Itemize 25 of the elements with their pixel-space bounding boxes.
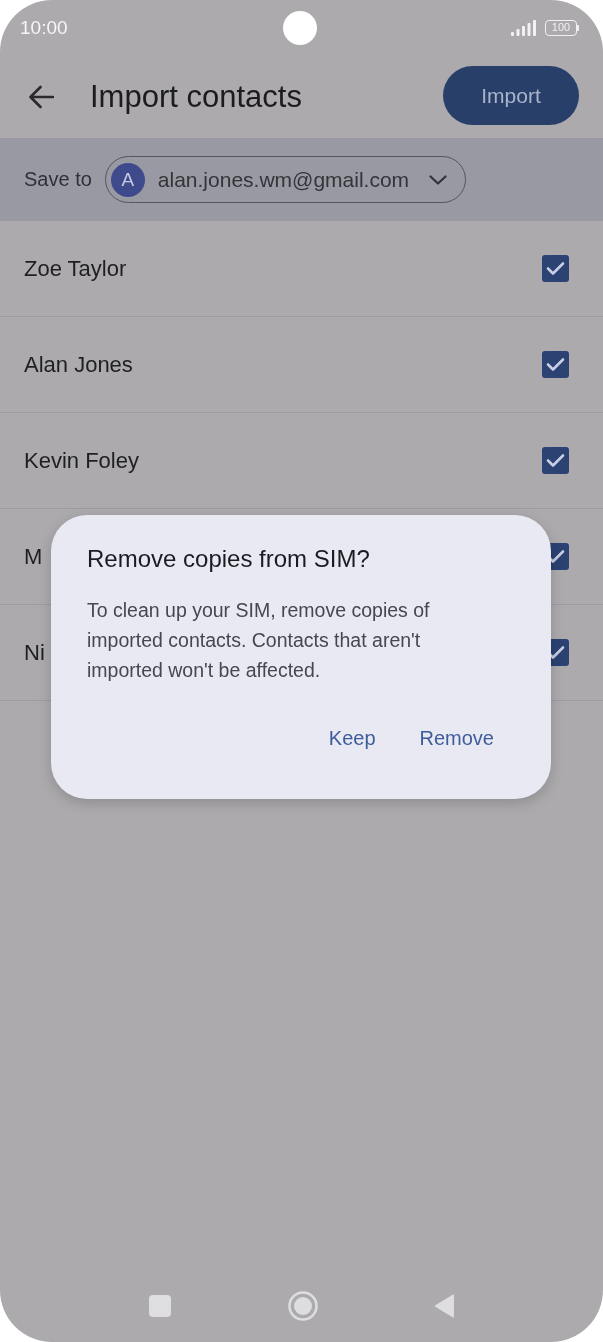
dialog-message: To clean up your SIM, remove copies of imported contacts. Contacts that aren't imported won't be affected. [87,598,431,683]
account-avatar: A [110,162,145,197]
save-to-label: Save to [24,168,92,191]
dialog-button[interactable]: Remove [407,721,506,756]
checkbox[interactable] [542,351,569,378]
back-arrow-icon[interactable] [28,84,54,109]
contact-row[interactable]: Zoe Taylor [0,221,603,317]
contact-name: M [24,543,43,570]
battery-indicator: 100 [545,19,579,36]
contact-name: Zoe Taylor [24,255,127,282]
screen-title: Import contacts [90,78,302,115]
contact-row[interactable]: Kevin Foley [0,413,603,509]
camera-hole-icon [282,10,317,45]
checkbox[interactable] [542,447,569,474]
import-button[interactable]: Import [443,66,579,125]
contact-row[interactable]: Alan Jones [0,317,603,413]
status-time: 10:00 [20,16,68,39]
chevron-down-icon [428,174,447,185]
contact-name: Ni [24,639,45,666]
contact-name: Kevin Foley [24,447,139,474]
dialog-button[interactable]: Keep [316,721,388,756]
contact-name: Alan Jones [24,351,133,378]
signal-icon [511,19,537,36]
checkbox[interactable] [542,255,569,282]
dialog-title: Remove copies from SIM? [87,545,371,573]
